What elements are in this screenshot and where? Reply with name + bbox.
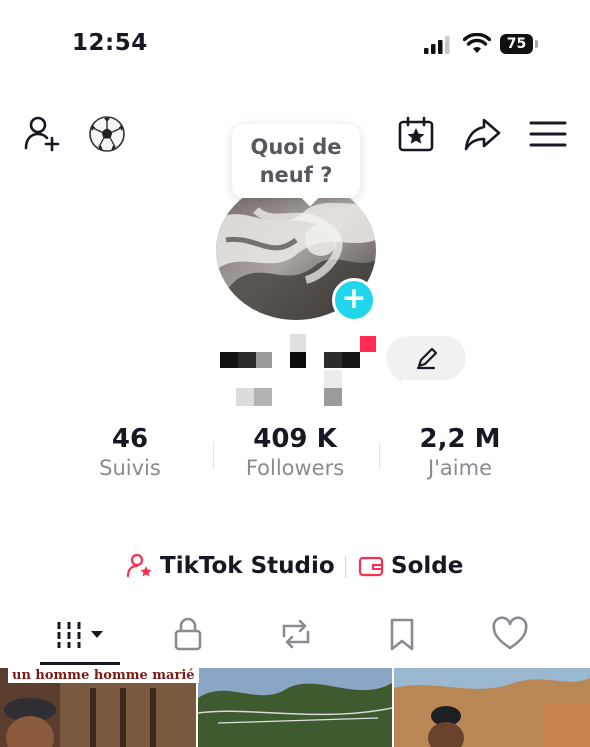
stat-divider (213, 442, 214, 468)
thumbnail-caption: un homme homme marié (8, 668, 199, 683)
video-thumbnail[interactable] (394, 668, 590, 747)
status-time: 12:54 (72, 30, 148, 56)
grid-tab-icon[interactable] (55, 616, 107, 656)
wallet-icon (358, 556, 384, 577)
signal-icon (424, 36, 450, 54)
battery-icon: 75 (500, 34, 538, 54)
soccer-ball-icon[interactable] (87, 114, 127, 154)
active-tab-indicator (40, 662, 120, 665)
edit-profile-button[interactable] (386, 336, 466, 380)
share-icon[interactable] (462, 114, 502, 154)
stat-followers[interactable]: 409 K Followers (220, 424, 370, 480)
tiktok-studio-button[interactable]: TikTok Studio (126, 552, 335, 580)
username-redacted (216, 334, 376, 408)
whats-new-bubble[interactable]: Quoi de neuf ? (232, 124, 360, 198)
solde-label: Solde (391, 553, 464, 579)
bubble-line-1: Quoi de (250, 135, 342, 159)
bubble-line-2: neuf ? (259, 163, 333, 187)
add-story-button[interactable]: + (332, 278, 376, 322)
studio-label: TikTok Studio (160, 553, 335, 579)
calendar-star-icon[interactable] (396, 114, 436, 154)
wifi-icon (463, 33, 491, 53)
creator-star-icon (126, 553, 152, 578)
add-friend-icon[interactable] (22, 114, 62, 154)
menu-icon[interactable] (528, 114, 568, 154)
pencil-icon (416, 347, 438, 370)
lock-tab-icon[interactable] (168, 614, 208, 654)
likes-label: J'aime (427, 456, 493, 480)
followers-count: 409 K (253, 424, 337, 454)
repost-tab-icon[interactable] (276, 614, 316, 654)
video-thumbnail[interactable] (198, 668, 392, 747)
followers-label: Followers (245, 456, 345, 480)
stat-following[interactable]: 46 Suivis (55, 424, 205, 480)
following-label: Suivis (99, 456, 161, 480)
thumbnail-image (394, 668, 590, 747)
likes-count: 2,2 M (419, 424, 501, 454)
thumbnail-image (198, 668, 392, 747)
bookmark-tab-icon[interactable] (382, 614, 422, 654)
balance-button[interactable]: Solde (357, 552, 463, 580)
liked-tab-icon[interactable] (490, 614, 530, 654)
following-count: 46 (111, 424, 149, 454)
stat-divider (379, 442, 380, 468)
tools-divider (345, 556, 346, 578)
stat-likes[interactable]: 2,2 M J'aime (385, 424, 535, 480)
battery-level: 75 (500, 34, 533, 54)
